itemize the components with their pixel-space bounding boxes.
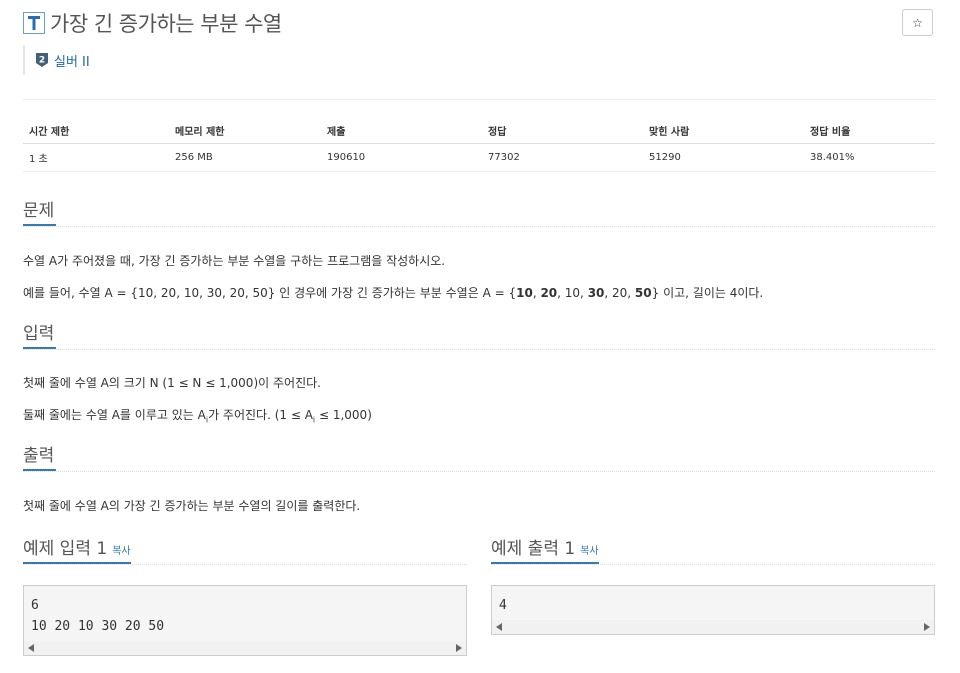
sample-output-heading: 예제 출력 1 복사 [491, 537, 935, 565]
problem-title-row: 가장 긴 증가하는 부분 수열 [23, 10, 282, 36]
tier-label: 실버 II [54, 54, 90, 70]
input-description-p2: 둘째 줄에는 수열 A를 이루고 있는 Ai가 주어진다. (1 ≤ Ai ≤ … [23, 406, 372, 424]
p2-sep-3: , 20, [604, 286, 635, 300]
problem-type-icon [23, 12, 45, 34]
horizontal-scrollbar[interactable] [492, 620, 934, 634]
p2-bold-4: 50 [634, 286, 652, 300]
divider [23, 99, 935, 100]
header-submissions: 제출 [321, 118, 482, 144]
output-section-heading: 출력 [23, 444, 935, 472]
input-section-heading: 입력 [23, 322, 935, 350]
p2-bold-1: 10 [516, 286, 533, 300]
p2-bold-3: 30 [587, 286, 605, 300]
p2-bold-2: 20 [540, 286, 558, 300]
header-accept-ratio: 정답 비율 [804, 118, 935, 144]
horizontal-scrollbar[interactable] [24, 641, 466, 655]
scroll-right-icon[interactable] [456, 644, 462, 652]
sample-output-box[interactable]: 4 [491, 585, 935, 635]
value-accept-ratio: 38.401% [804, 143, 935, 172]
star-icon: ☆ [912, 15, 923, 30]
sample-input-heading-text: 예제 입력 1 복사 [23, 537, 131, 564]
sample-output-heading-text: 예제 출력 1 복사 [491, 537, 599, 564]
input-description-p1: 첫째 줄에 수열 A의 크기 N (1 ≤ N ≤ 1,000)이 주어진다. [23, 376, 321, 390]
value-accepted[interactable]: 77302 [482, 143, 643, 172]
problem-description-p1: 수열 A가 주어졌을 때, 가장 긴 증가하는 부분 수열을 구하는 프로그램을… [23, 254, 446, 268]
problem-section-heading: 문제 [23, 199, 935, 227]
value-submissions[interactable]: 190610 [321, 143, 482, 172]
problem-description-p2: 예를 들어, 수열 A = {10, 20, 10, 30, 20, 50} 인… [23, 284, 763, 301]
scroll-right-icon[interactable] [924, 623, 930, 631]
p2-sep-2: , 10, [557, 286, 588, 300]
scroll-left-icon[interactable] [28, 644, 34, 652]
header-time-limit: 시간 제한 [23, 118, 169, 144]
p2-suffix: } 이고, 길이는 4이다. [651, 286, 764, 300]
output-description-p1: 첫째 줄에 수열 A의 가장 긴 증가하는 부분 수열의 길이를 출력한다. [23, 499, 361, 513]
value-time-limit: 1 초 [23, 143, 169, 172]
sample-input-heading: 예제 입력 1 복사 [23, 537, 467, 565]
sample-output-title: 예제 출력 1 [491, 539, 576, 559]
problem-info-table: 시간 제한 메모리 제한 제출 정답 맞힌 사람 정답 비율 1 초 256 M… [23, 118, 935, 172]
input-p2-a: 둘째 줄에는 수열 A를 이루고 있는 A [23, 408, 206, 422]
sample-input-box[interactable]: 6 10 20 10 30 20 50 [23, 585, 467, 656]
header-memory-limit: 메모리 제한 [169, 118, 321, 144]
header-solved-users: 맞힌 사람 [643, 118, 804, 144]
favorite-button[interactable]: ☆ [902, 9, 933, 36]
p2-prefix: 예를 들어, 수열 A = {10, 20, 10, 30, 20, 50} 인… [23, 286, 517, 300]
silver-tier-icon: 2 [36, 53, 48, 67]
sample-input-text: 6 10 20 10 30 20 50 [31, 598, 165, 634]
input-p2-b: 가 주어진다. (1 ≤ A [208, 408, 313, 422]
input-p2-c: ≤ 1,000) [315, 408, 372, 422]
table-row: 1 초 256 MB 190610 77302 51290 38.401% [23, 143, 935, 172]
table-header-row: 시간 제한 메모리 제한 제출 정답 맞힌 사람 정답 비율 [23, 118, 935, 144]
header-accepted: 정답 [482, 118, 643, 144]
sample-input-title: 예제 입력 1 [23, 539, 108, 559]
problem-heading-text: 문제 [23, 199, 57, 226]
page-title: 가장 긴 증가하는 부분 수열 [50, 12, 282, 36]
input-heading-text: 입력 [23, 322, 57, 349]
tier-number: 2 [39, 56, 45, 66]
copy-sample-output-button[interactable]: 복사 [580, 546, 598, 557]
value-solved-users[interactable]: 51290 [643, 143, 804, 172]
tier-badge[interactable]: 2 실버 II [23, 45, 90, 75]
output-heading-text: 출력 [23, 444, 57, 471]
copy-sample-input-button[interactable]: 복사 [112, 546, 130, 557]
sample-output-text: 4 [499, 598, 507, 613]
scroll-left-icon[interactable] [496, 623, 502, 631]
value-memory-limit: 256 MB [169, 143, 321, 172]
